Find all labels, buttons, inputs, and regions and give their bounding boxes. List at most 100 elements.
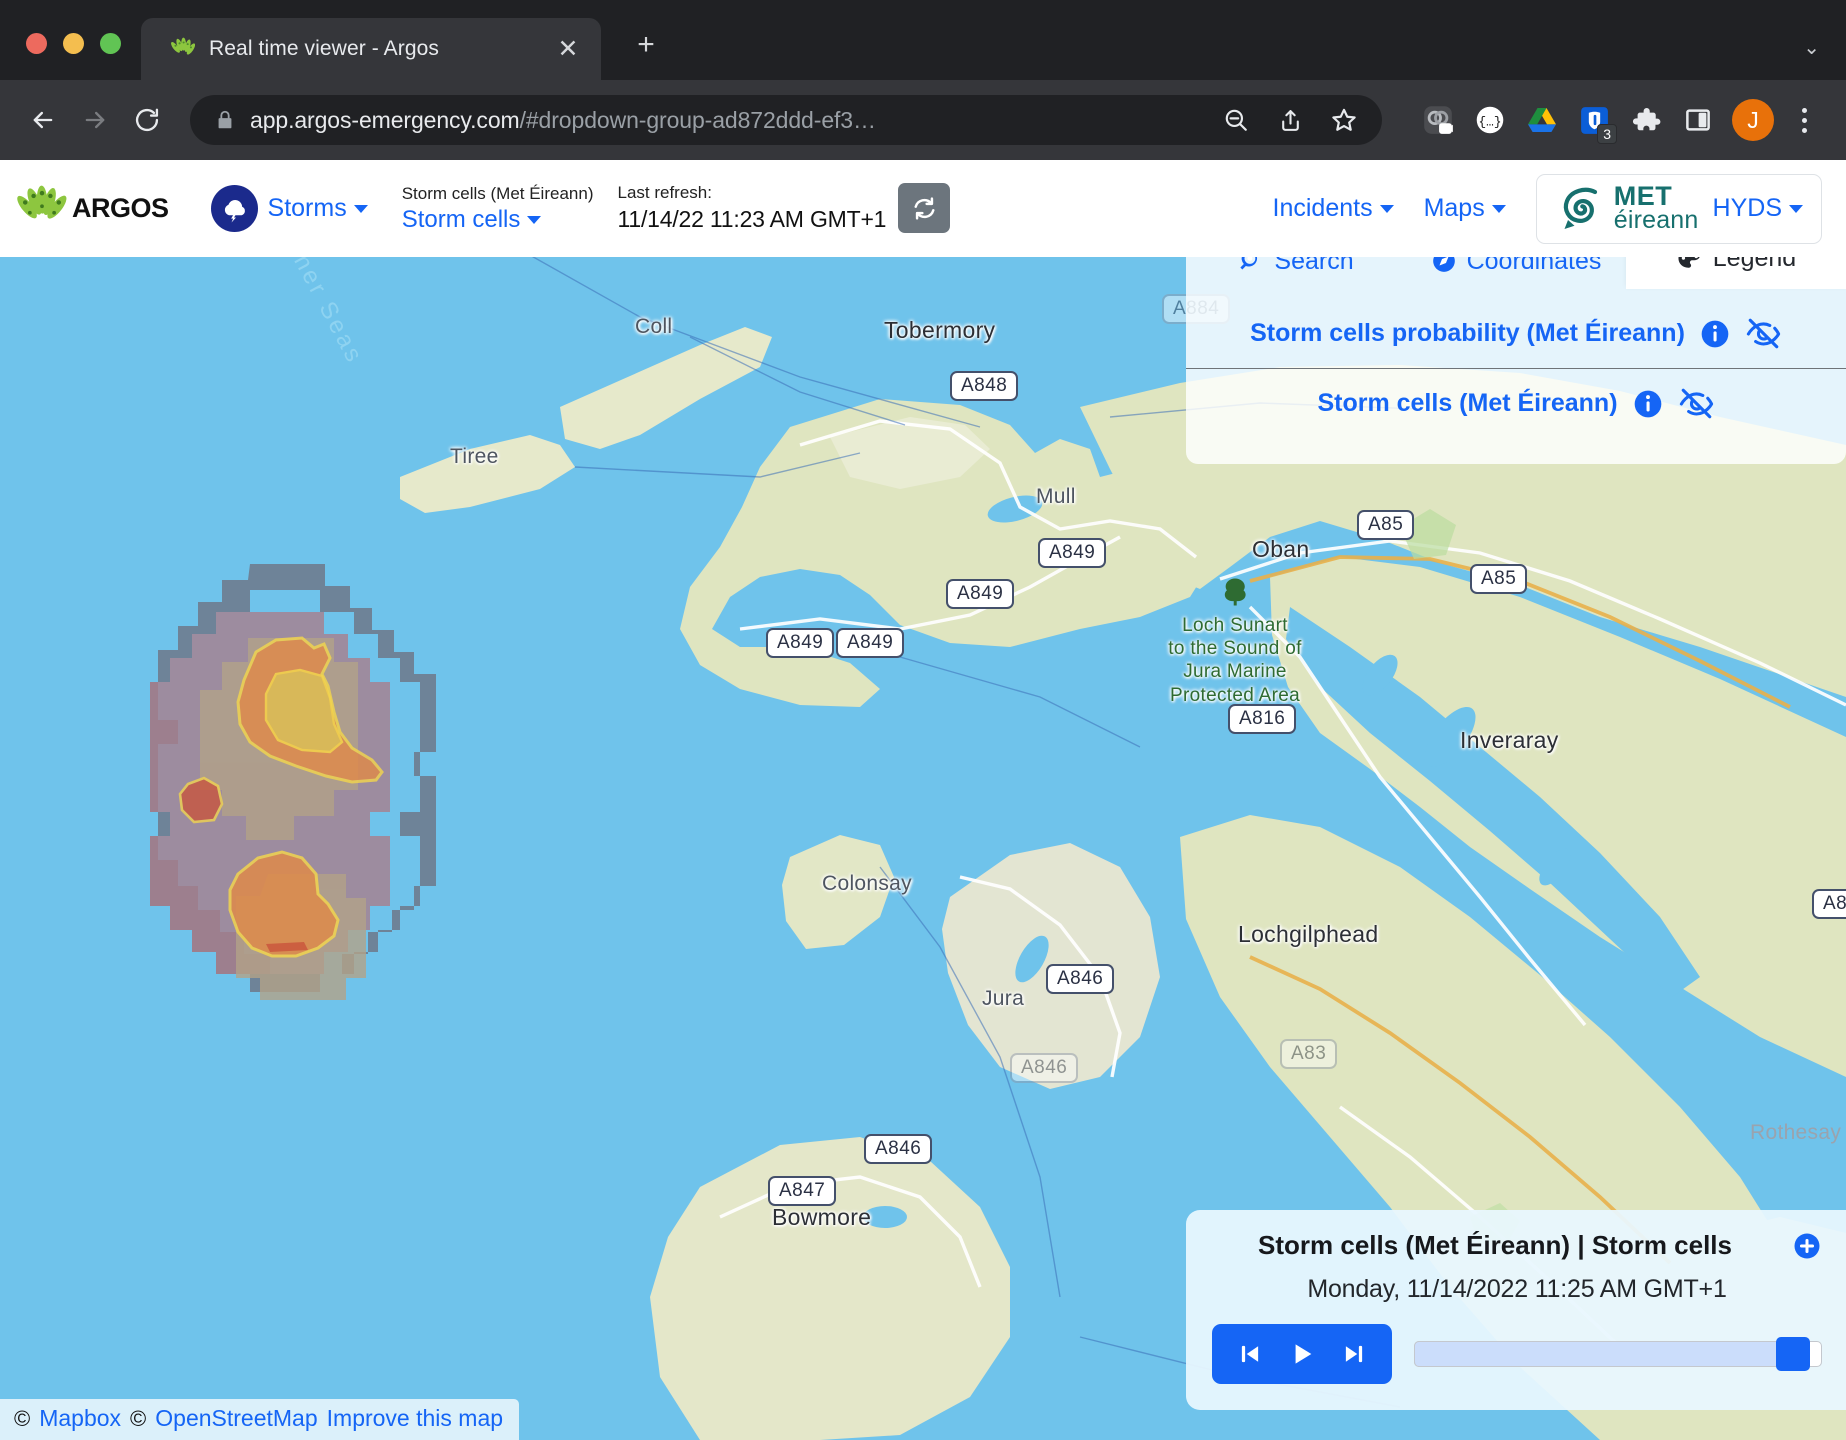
refresh-icon [914, 197, 935, 220]
meet-recorder-extension-icon[interactable] [1414, 96, 1462, 144]
zoom-out-icon[interactable] [1216, 100, 1256, 140]
playback-title-row: Storm cells (Met Éireann) | Storm cells [1212, 1230, 1822, 1261]
google-drive-extension-icon[interactable] [1518, 96, 1566, 144]
play-icon [1295, 1344, 1312, 1364]
tab-strip: Real time viewer - Argos ✕ + ⌄ [0, 0, 1846, 80]
maps-dropdown[interactable]: Maps [1424, 194, 1506, 223]
incidents-label: Incidents [1272, 194, 1373, 222]
url-text: app.argos-emergency.com/#dropdown-group-… [250, 107, 1202, 134]
tab-title: Real time viewer - Argos [209, 37, 439, 60]
play-button[interactable] [1278, 1334, 1326, 1374]
password-manager-extension-icon[interactable]: 3 [1570, 96, 1618, 144]
url-host: app.argos-emergency.com [250, 106, 520, 133]
svg-text:{…}: {…} [1479, 114, 1502, 129]
last-refresh-text: Last refresh: 11/14/22 11:23 AM GMT+1 [617, 182, 886, 236]
met-eireann-wordmark: MET éireann [1613, 182, 1699, 235]
storms-dropdown[interactable]: Storms [268, 194, 368, 223]
met-eireann-hyds-box: MET éireann HYDS [1535, 173, 1822, 244]
legend-layer-row: Storm cells (Met Éireann) [1186, 368, 1846, 438]
last-refresh-group: Last refresh: 11/14/22 11:23 AM GMT+1 [617, 182, 951, 236]
layer-selector: Storm cells (Met Éireann) Storm cells [402, 183, 594, 235]
extensions-puzzle-icon[interactable] [1622, 96, 1670, 144]
met-spiral-icon [1563, 187, 1597, 229]
extensions-area: {…} 3 J [1402, 96, 1826, 144]
playback-panel: Storm cells (Met Éireann) | Storm cells … [1186, 1210, 1846, 1410]
new-tab-button[interactable]: + [627, 26, 665, 64]
json-formatter-extension-icon[interactable]: {…} [1466, 96, 1514, 144]
url-path: /#dropdown-group-ad872ddd-ef3… [519, 106, 876, 133]
chevron-down-icon[interactable]: ⌄ [1803, 35, 1820, 60]
browser-window: Real time viewer - Argos ✕ + ⌄ app.argos… [0, 0, 1846, 1440]
close-window-button[interactable] [26, 33, 47, 54]
met-eireann-logo: MET éireann [1555, 182, 1699, 236]
storm-cloud-icon [210, 185, 258, 232]
argos-logo[interactable]: ARGOS [14, 181, 169, 237]
bookmark-star-icon[interactable] [1324, 100, 1364, 140]
legend-layer-list: Storm cells probability (Met Éireann) St… [1186, 289, 1846, 464]
legend-layer-name[interactable]: Storm cells probability (Met Éireann) [1250, 319, 1685, 348]
browser-toolbar: app.argos-emergency.com/#dropdown-group-… [0, 80, 1846, 160]
app-header: ARGOS Storms Storm cells (Met Éireann) S… [0, 160, 1846, 257]
last-refresh-time: 11/14/22 11:23 AM GMT+1 [617, 206, 887, 233]
kebab-dot [1801, 127, 1807, 133]
playback-controls [1212, 1324, 1822, 1384]
info-icon[interactable] [1632, 388, 1664, 420]
chevron-down-icon [1379, 204, 1394, 213]
hyds-label: HYDS [1712, 194, 1782, 222]
slider-fill [1414, 1341, 1794, 1367]
chevron-down-icon [527, 216, 542, 225]
maximize-window-button[interactable] [100, 33, 121, 54]
minimize-window-button[interactable] [63, 33, 84, 54]
argos-fan-icon [17, 185, 67, 219]
legend-layer-name[interactable]: Storm cells (Met Éireann) [1317, 389, 1617, 418]
openstreetmap-link[interactable]: OpenStreetMap [155, 1405, 317, 1432]
extension-badge-count: 3 [1597, 123, 1617, 144]
layer-dropdown[interactable]: Storm cells [402, 206, 542, 234]
storms-selector[interactable]: Storms [210, 185, 368, 232]
info-icon[interactable] [1699, 318, 1731, 350]
hyds-dropdown[interactable]: HYDS [1713, 194, 1803, 223]
argos-fan-icon [171, 37, 195, 55]
skip-back-button[interactable] [1226, 1334, 1274, 1374]
playback-button-group [1212, 1324, 1392, 1384]
eye-slash-icon[interactable] [1745, 315, 1782, 352]
last-refresh-label: Last refresh: [617, 182, 712, 202]
met-line2: éireann [1613, 206, 1699, 235]
skip-forward-button[interactable] [1330, 1334, 1378, 1374]
timeline-slider[interactable] [1414, 1337, 1822, 1371]
argos-wordmark: ARGOS [72, 193, 169, 223]
window-traffic-lights [0, 33, 141, 80]
reload-button[interactable] [124, 97, 170, 143]
playback-timestamp: Monday, 11/14/2022 11:25 AM GMT+1 [1307, 1275, 1727, 1303]
map-canvas[interactable]: Inner Seas Coll Tiree Tobermory Mull Oba… [0, 177, 1846, 1440]
mapbox-link[interactable]: Mapbox [39, 1405, 121, 1432]
improve-map-link[interactable]: Improve this map [327, 1405, 503, 1432]
forward-button[interactable] [72, 97, 118, 143]
kebab-dot [1801, 107, 1807, 113]
browser-tab[interactable]: Real time viewer - Argos ✕ [141, 18, 601, 80]
map-attribution: © Mapbox © OpenStreetMap Improve this ma… [0, 1399, 520, 1440]
legend-layer-row: Storm cells probability (Met Éireann) [1186, 299, 1846, 368]
profile-avatar[interactable]: J [1732, 99, 1774, 141]
address-bar[interactable]: app.argos-emergency.com/#dropdown-group-… [190, 95, 1382, 145]
playback-title: Storm cells (Met Éireann) | Storm cells [1258, 1230, 1732, 1260]
reload-icon [135, 108, 159, 132]
eye-slash-icon[interactable] [1678, 385, 1715, 422]
incidents-dropdown[interactable]: Incidents [1273, 194, 1394, 223]
refresh-button[interactable] [898, 183, 951, 234]
side-panel-icon[interactable] [1674, 96, 1722, 144]
plus-circle-icon[interactable] [1792, 1231, 1822, 1261]
legend-panel: Search Coordinates Legend Storm cells pr… [1186, 227, 1846, 464]
layer-dropdown-label: Storm cells [401, 206, 521, 234]
maps-label: Maps [1423, 194, 1485, 222]
lock-icon [218, 110, 232, 129]
share-icon[interactable] [1270, 100, 1310, 140]
header-right-nav: Incidents Maps MET éireann HYDS [1273, 173, 1822, 244]
slider-thumb[interactable] [1776, 1337, 1811, 1371]
close-tab-button[interactable]: ✕ [551, 32, 585, 66]
skip-back-icon [1241, 1345, 1259, 1363]
back-button[interactable] [20, 97, 66, 143]
chevron-down-icon [353, 204, 368, 213]
arrow-right-icon [85, 111, 105, 129]
browser-menu-button[interactable] [1782, 96, 1826, 144]
